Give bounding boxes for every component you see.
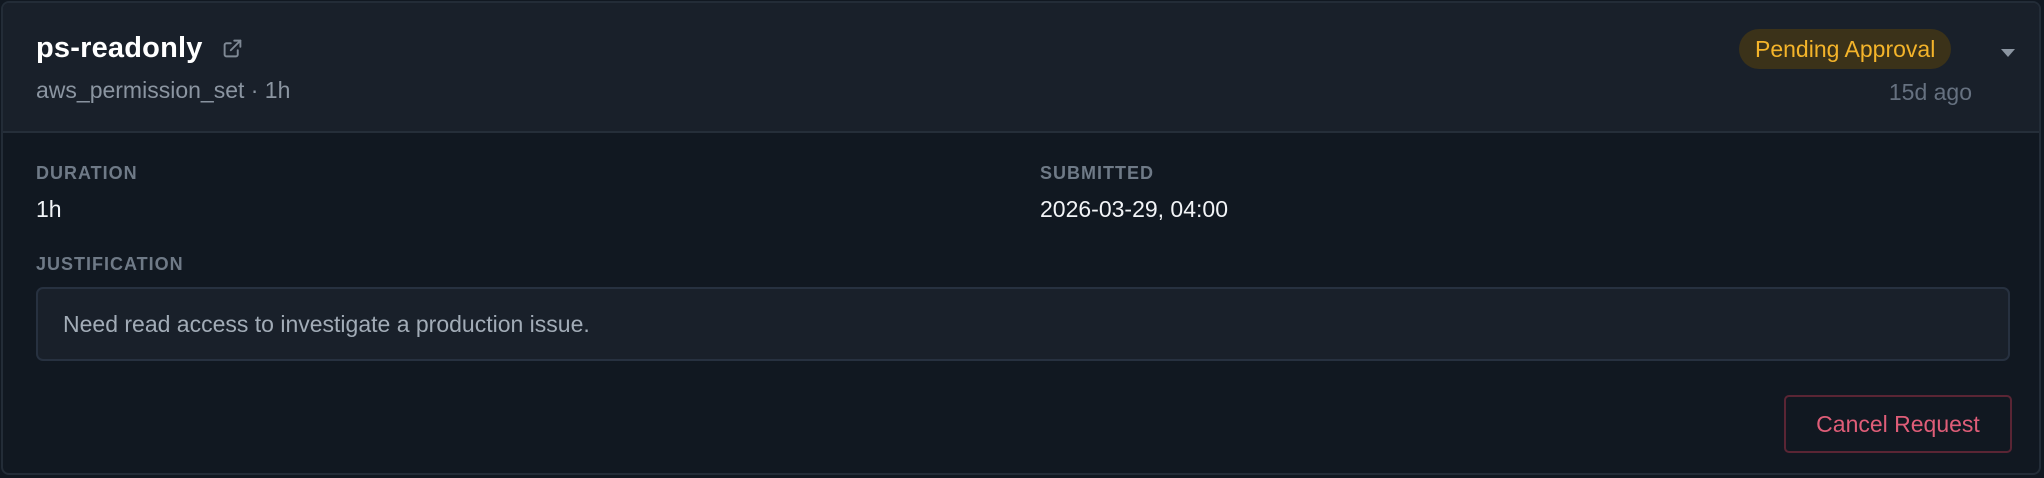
- justification-box: Need read access to investigate a produc…: [36, 287, 2010, 361]
- justification-label: JUSTIFICATION: [36, 254, 184, 274]
- duration-label: DURATION: [36, 163, 138, 183]
- request-title-row: ps-readonly: [36, 29, 245, 67]
- request-subtitle: aws_permission_set · 1h: [36, 77, 291, 103]
- request-age: 15d ago: [1888, 79, 1972, 105]
- access-request-card: ps-readonly aws_permission_set · 1h Pend…: [1, 1, 2041, 475]
- duration-value: 1h: [36, 196, 62, 222]
- chevron-down-icon[interactable]: [1996, 41, 2020, 65]
- justification-text: Need read access to investigate a produc…: [63, 311, 590, 337]
- submitted-value: 2026-03-29, 04:00: [1040, 196, 1228, 222]
- status-badge: Pending Approval: [1739, 29, 1952, 69]
- request-title: ps-readonly: [36, 32, 203, 64]
- cancel-request-button[interactable]: Cancel Request: [1784, 395, 2012, 453]
- external-link-icon[interactable]: [221, 36, 245, 60]
- request-header: ps-readonly aws_permission_set · 1h Pend…: [3, 3, 2039, 133]
- submitted-label: SUBMITTED: [1040, 163, 1154, 183]
